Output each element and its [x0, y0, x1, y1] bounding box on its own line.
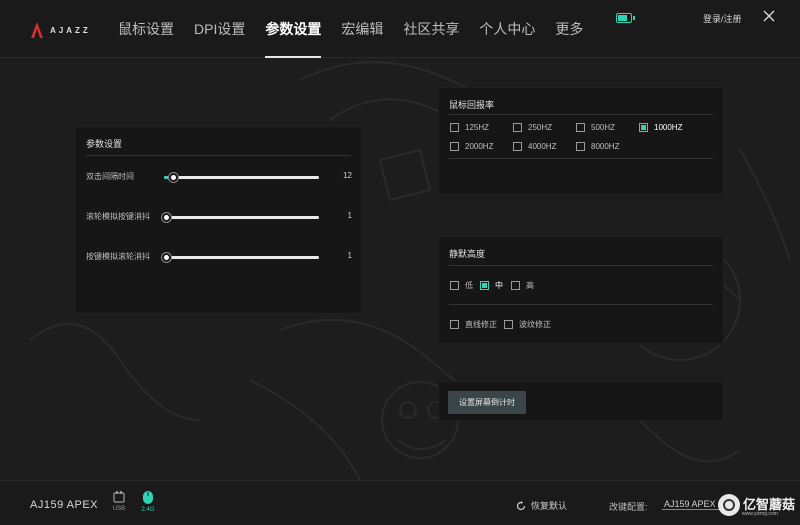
tab-macro-editor[interactable]: 宏编辑 [331, 0, 393, 58]
slider-value: 1 [347, 251, 352, 260]
usb-label: USB [112, 506, 126, 512]
double-click-interval-row: 双击间隔时间 12 [76, 170, 363, 184]
checkbox-checked[interactable] [639, 123, 648, 132]
key-wheel-debounce-row: 按键模拟滚轮消抖 1 [76, 250, 363, 264]
watermark-logo-icon [718, 494, 740, 516]
checkbox[interactable] [450, 320, 459, 329]
silent-level-high[interactable]: 高 [511, 280, 534, 291]
option-label: 125HZ [465, 123, 490, 132]
login-register-link[interactable]: 登录/注册 [703, 12, 742, 25]
double-click-interval-slider[interactable] [164, 173, 319, 182]
refresh-icon [516, 500, 526, 510]
slider-thumb[interactable] [162, 253, 171, 262]
divider [86, 155, 351, 156]
checkbox[interactable] [504, 320, 513, 329]
header-bar: AJAZZ 鼠标设置 DPI设置 参数设置 宏编辑 社区共享 个人中心 更多 登… [0, 0, 800, 58]
slider-thumb[interactable] [162, 213, 171, 222]
polling-option-2000[interactable]: 2000HZ [450, 142, 493, 151]
slider-value: 12 [343, 171, 352, 180]
tab-more[interactable]: 更多 [545, 0, 593, 58]
checkbox-checked[interactable] [480, 281, 489, 290]
slider-label: 双击间隔时间 [86, 172, 134, 181]
close-icon[interactable] [762, 9, 776, 23]
slider-label: 滚轮模拟按键消抖 [86, 212, 150, 221]
option-label: 4000HZ [528, 142, 557, 151]
restore-default-button[interactable]: 恢复默认 [516, 499, 567, 512]
option-label: 波纹修正 [519, 320, 551, 329]
checkbox[interactable] [511, 281, 520, 290]
option-label: 直线修正 [465, 320, 497, 329]
panel-title: 参数设置 [86, 139, 123, 149]
silent-level-low[interactable]: 低 [450, 280, 473, 291]
usb-icon [113, 491, 125, 503]
option-label: 中 [495, 281, 503, 290]
slider-thumb[interactable] [169, 173, 178, 182]
option-label: 250HZ [528, 123, 553, 132]
line-correction-option[interactable]: 直线修正 [450, 319, 497, 330]
tab-community-share[interactable]: 社区共享 [393, 0, 469, 58]
logo-text: AJAZZ [50, 25, 91, 35]
wireless-label: 2.4G [141, 507, 155, 513]
polling-option-8000[interactable]: 8000HZ [576, 142, 619, 151]
option-label: 8000HZ [591, 142, 620, 151]
polling-option-1000[interactable]: 1000HZ [639, 123, 682, 132]
screen-countdown-panel: 设置屏幕倒计时 [438, 381, 724, 421]
polling-option-125[interactable]: 125HZ [450, 123, 489, 132]
wheel-key-debounce-row: 滚轮模拟按键消抖 1 [76, 210, 363, 224]
panel-title: 静默高度 [449, 249, 486, 259]
silent-level-medium[interactable]: 中 [480, 280, 503, 291]
silent-height-panel: 静默高度 低 中 高 直线修正 波纹修正 [438, 236, 724, 344]
polling-option-250[interactable]: 250HZ [513, 123, 552, 132]
restore-default-label: 恢复默认 [531, 501, 568, 511]
parameter-settings-panel: 参数设置 双击间隔时间 12 滚轮模拟按键消抖 1 按键模拟滚轮消抖 1 [75, 126, 362, 314]
option-label: 高 [526, 281, 534, 290]
option-label: 低 [465, 281, 473, 290]
divider [449, 304, 713, 305]
ajazz-logo: AJAZZ [30, 19, 91, 41]
tab-personal-center[interactable]: 个人中心 [469, 0, 545, 58]
panel-title: 鼠标回报率 [449, 100, 495, 110]
watermark-text: 亿智蘑菇 [743, 497, 796, 512]
set-screen-countdown-button[interactable]: 设置屏幕倒计时 [448, 391, 526, 414]
checkbox[interactable] [576, 142, 585, 151]
divider [449, 265, 713, 266]
divider [449, 158, 713, 159]
polling-option-4000[interactable]: 4000HZ [513, 142, 556, 151]
checkbox[interactable] [513, 123, 522, 132]
keymap-config-label: 改键配置: [609, 502, 648, 512]
device-model-label: AJ159 APEX [30, 499, 98, 511]
wireless-connection-button[interactable]: 2.4G [136, 490, 160, 513]
polling-rate-panel: 鼠标回报率 125HZ 250HZ 500HZ 1000HZ 2000HZ 40… [438, 87, 724, 195]
option-label: 2000HZ [465, 142, 494, 151]
footer-bar: AJ159 APEX USB 2.4G 恢复默认 改键配置: AJ159 APE… [0, 480, 800, 525]
wheel-key-debounce-slider[interactable] [162, 213, 319, 222]
option-label: 500HZ [591, 123, 616, 132]
ajazz-logo-icon [31, 22, 43, 38]
checkbox[interactable] [513, 142, 522, 151]
ripple-correction-option[interactable]: 波纹修正 [504, 319, 551, 330]
checkbox[interactable] [450, 123, 459, 132]
option-label: 1000HZ [654, 123, 683, 132]
watermark-url: www.yizmg.com [742, 511, 778, 517]
main-nav: 鼠标设置 DPI设置 参数设置 宏编辑 社区共享 个人中心 更多 [108, 0, 593, 58]
key-wheel-debounce-slider[interactable] [162, 253, 319, 262]
mouse-icon [143, 491, 153, 504]
slider-label: 按键模拟滚轮消抖 [86, 252, 150, 261]
checkbox[interactable] [450, 142, 459, 151]
tab-mouse-settings[interactable]: 鼠标设置 [108, 0, 184, 58]
checkbox[interactable] [576, 123, 585, 132]
keymap-config-select[interactable]: AJ159 APEX [662, 499, 722, 510]
polling-option-500[interactable]: 500HZ [576, 123, 615, 132]
tab-dpi-settings[interactable]: DPI设置 [184, 0, 255, 58]
usb-connection-button[interactable]: USB [107, 490, 131, 512]
checkbox[interactable] [450, 281, 459, 290]
battery-icon [616, 13, 635, 23]
tab-parameter-settings[interactable]: 参数设置 [255, 0, 331, 58]
slider-value: 1 [347, 211, 352, 220]
divider [449, 114, 713, 115]
